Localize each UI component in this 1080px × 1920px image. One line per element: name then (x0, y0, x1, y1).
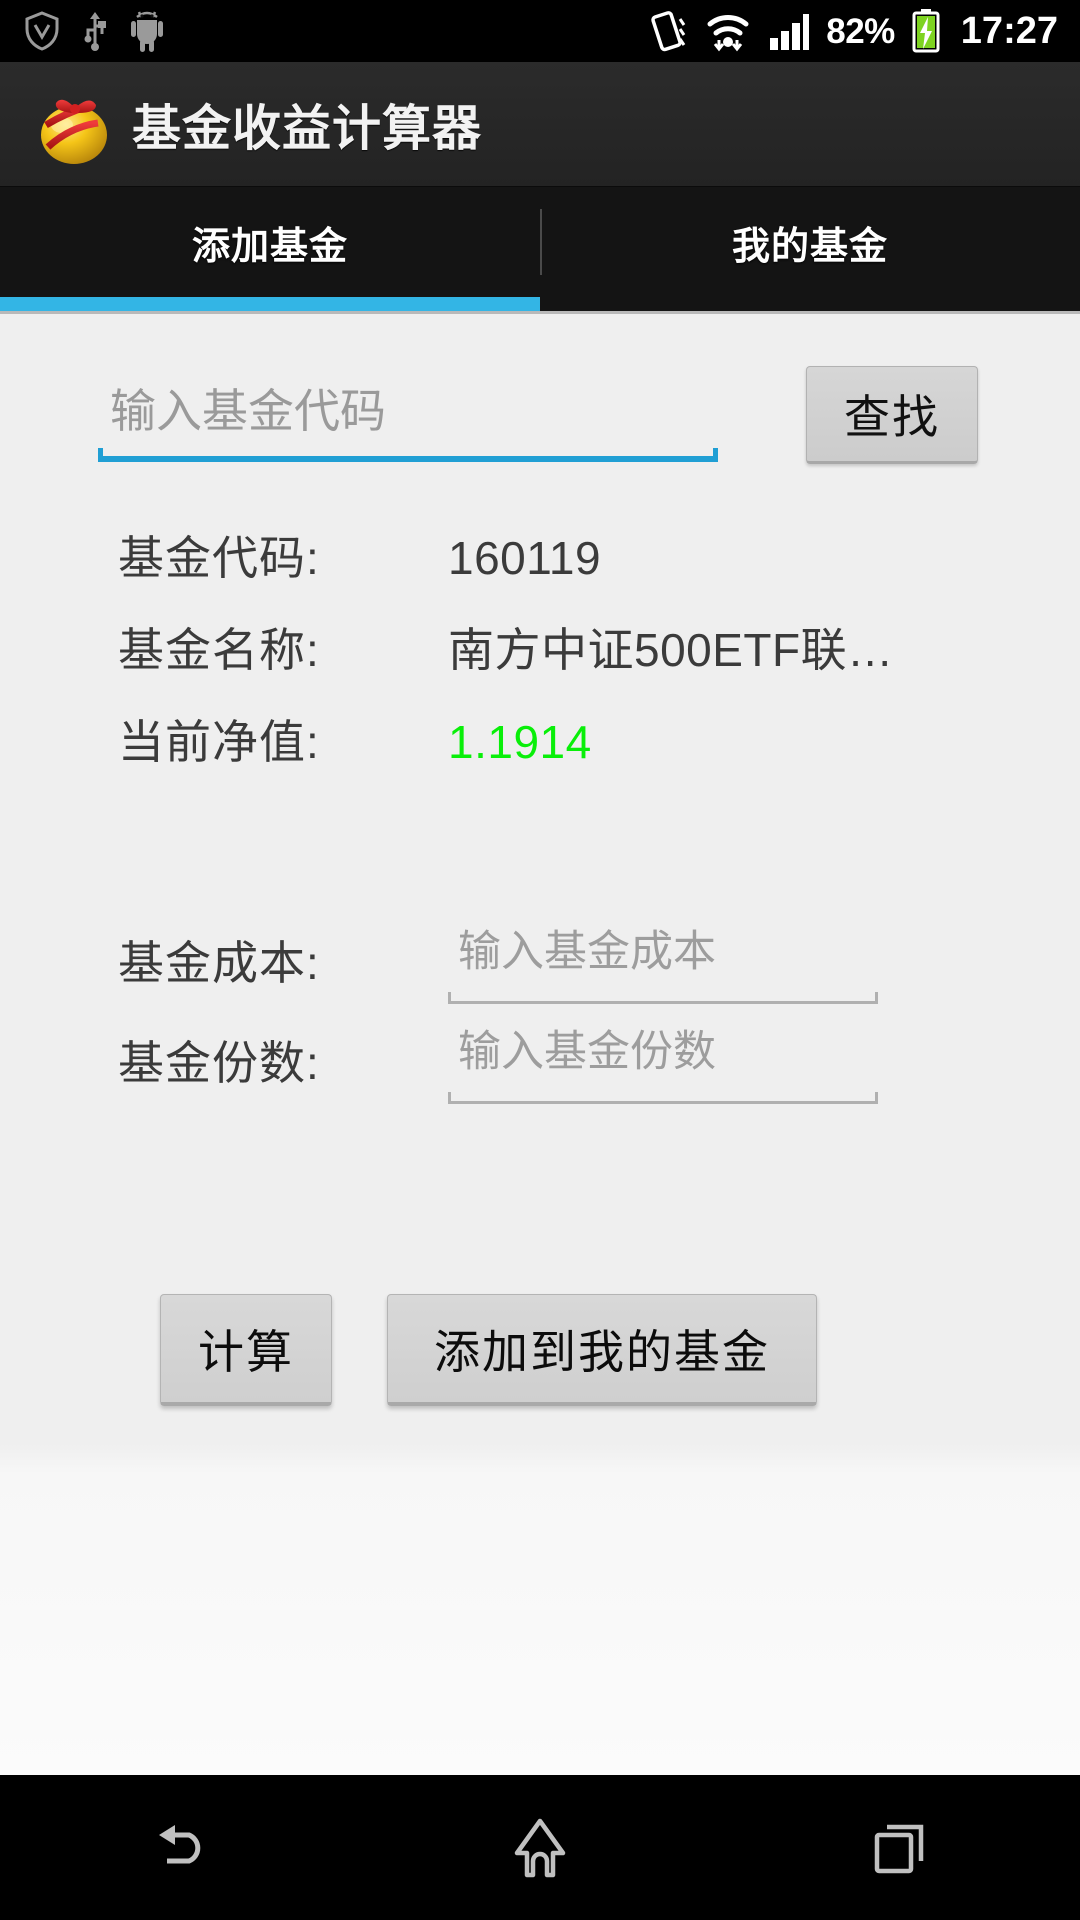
fund-code-label: 基金代码: (118, 532, 320, 584)
fund-nav-label: 当前净值: (118, 716, 320, 768)
phone-screen: 82% 17:27 基金收益计算器 添加基金 我的基金 输入基金代码 查找 基金… (0, 0, 1080, 1920)
tab-my-funds-label: 我的基金 (731, 225, 888, 268)
add-to-my-funds-button-label: 添加到我的基金 (434, 1325, 770, 1378)
fund-name-row: 基金名称: 南方中证500ETF联… (0, 614, 1080, 706)
fund-code-row: 基金代码: 160119 (0, 522, 1080, 614)
fund-cost-field (448, 916, 878, 1004)
battery-charging-icon (912, 9, 940, 53)
battery-percent-label: 82% (826, 11, 895, 51)
tab-my-funds[interactable]: 我的基金 (540, 187, 1080, 297)
status-bar-clock: 17:27 (960, 10, 1058, 52)
home-icon (514, 1818, 566, 1877)
fund-nav-row: 当前净值: 1.1914 (0, 706, 1080, 798)
find-button-label: 查找 (844, 391, 940, 443)
fund-cost-input[interactable] (448, 916, 878, 988)
fund-code-underline (98, 448, 718, 462)
back-icon (159, 1824, 201, 1863)
fund-shares-label: 基金份数: (118, 1037, 320, 1089)
fund-name-label: 基金名称: (118, 624, 320, 676)
status-bar: 82% 17:27 (0, 0, 1080, 62)
golden-egg-icon (26, 81, 122, 167)
fund-code-field (98, 372, 718, 464)
status-bar-left-icons (24, 10, 164, 52)
fund-shares-row: 基金份数: (0, 1010, 1080, 1110)
fund-cost-row: 基金成本: (0, 910, 1080, 1010)
status-bar-right-icons: 82% 17:27 (646, 9, 1058, 53)
usb-icon (84, 12, 106, 51)
add-to-my-funds-button[interactable]: 添加到我的基金 (387, 1294, 817, 1406)
fund-info-list: 基金代码: 160119 基金名称: 南方中证500ETF联… 当前净值: 1.… (0, 522, 1080, 798)
fund-nav-value: 1.1914 (448, 716, 592, 768)
android-robot-icon (131, 11, 163, 52)
app-title: 基金收益计算器 (132, 101, 483, 156)
nav-home-button[interactable] (360, 1775, 720, 1920)
fund-cost-label: 基金成本: (118, 937, 320, 989)
nav-back-button[interactable] (0, 1775, 360, 1920)
fund-shares-field (448, 1016, 878, 1104)
fund-shares-underline (448, 1092, 878, 1104)
fund-input-list: 基金成本: 基金份数: (0, 910, 1080, 1110)
shield-download-icon (25, 11, 59, 51)
nav-recents-button[interactable] (720, 1775, 1080, 1920)
find-button[interactable]: 查找 (806, 366, 978, 464)
fund-name-value: 南方中证500ETF联… (448, 624, 894, 676)
tab-indicator-selected (0, 297, 540, 311)
system-nav-bar (0, 1775, 1080, 1920)
signal-bars-icon (770, 14, 810, 50)
action-button-row: 计算 添加到我的基金 (160, 1294, 817, 1406)
fund-code-input[interactable] (98, 372, 718, 450)
recents-icon (874, 1824, 924, 1873)
wifi-icon (707, 15, 749, 52)
vibrate-icon (651, 11, 686, 52)
tab-add-fund[interactable]: 添加基金 (0, 187, 540, 297)
fund-code-value: 160119 (448, 532, 602, 584)
calculate-button-label: 计算 (198, 1325, 294, 1378)
fund-shares-input[interactable] (448, 1016, 878, 1088)
action-bar: 基金收益计算器 (0, 62, 1080, 187)
calculate-button[interactable]: 计算 (160, 1294, 332, 1406)
tab-bar: 添加基金 我的基金 (0, 187, 1080, 297)
content-area: 查找 基金代码: 160119 基金名称: 南方中证500ETF联… 当前净值:… (0, 314, 1080, 1775)
search-row: 查找 (0, 358, 1080, 478)
fund-cost-underline (448, 992, 878, 1004)
tab-add-fund-label: 添加基金 (191, 225, 348, 268)
